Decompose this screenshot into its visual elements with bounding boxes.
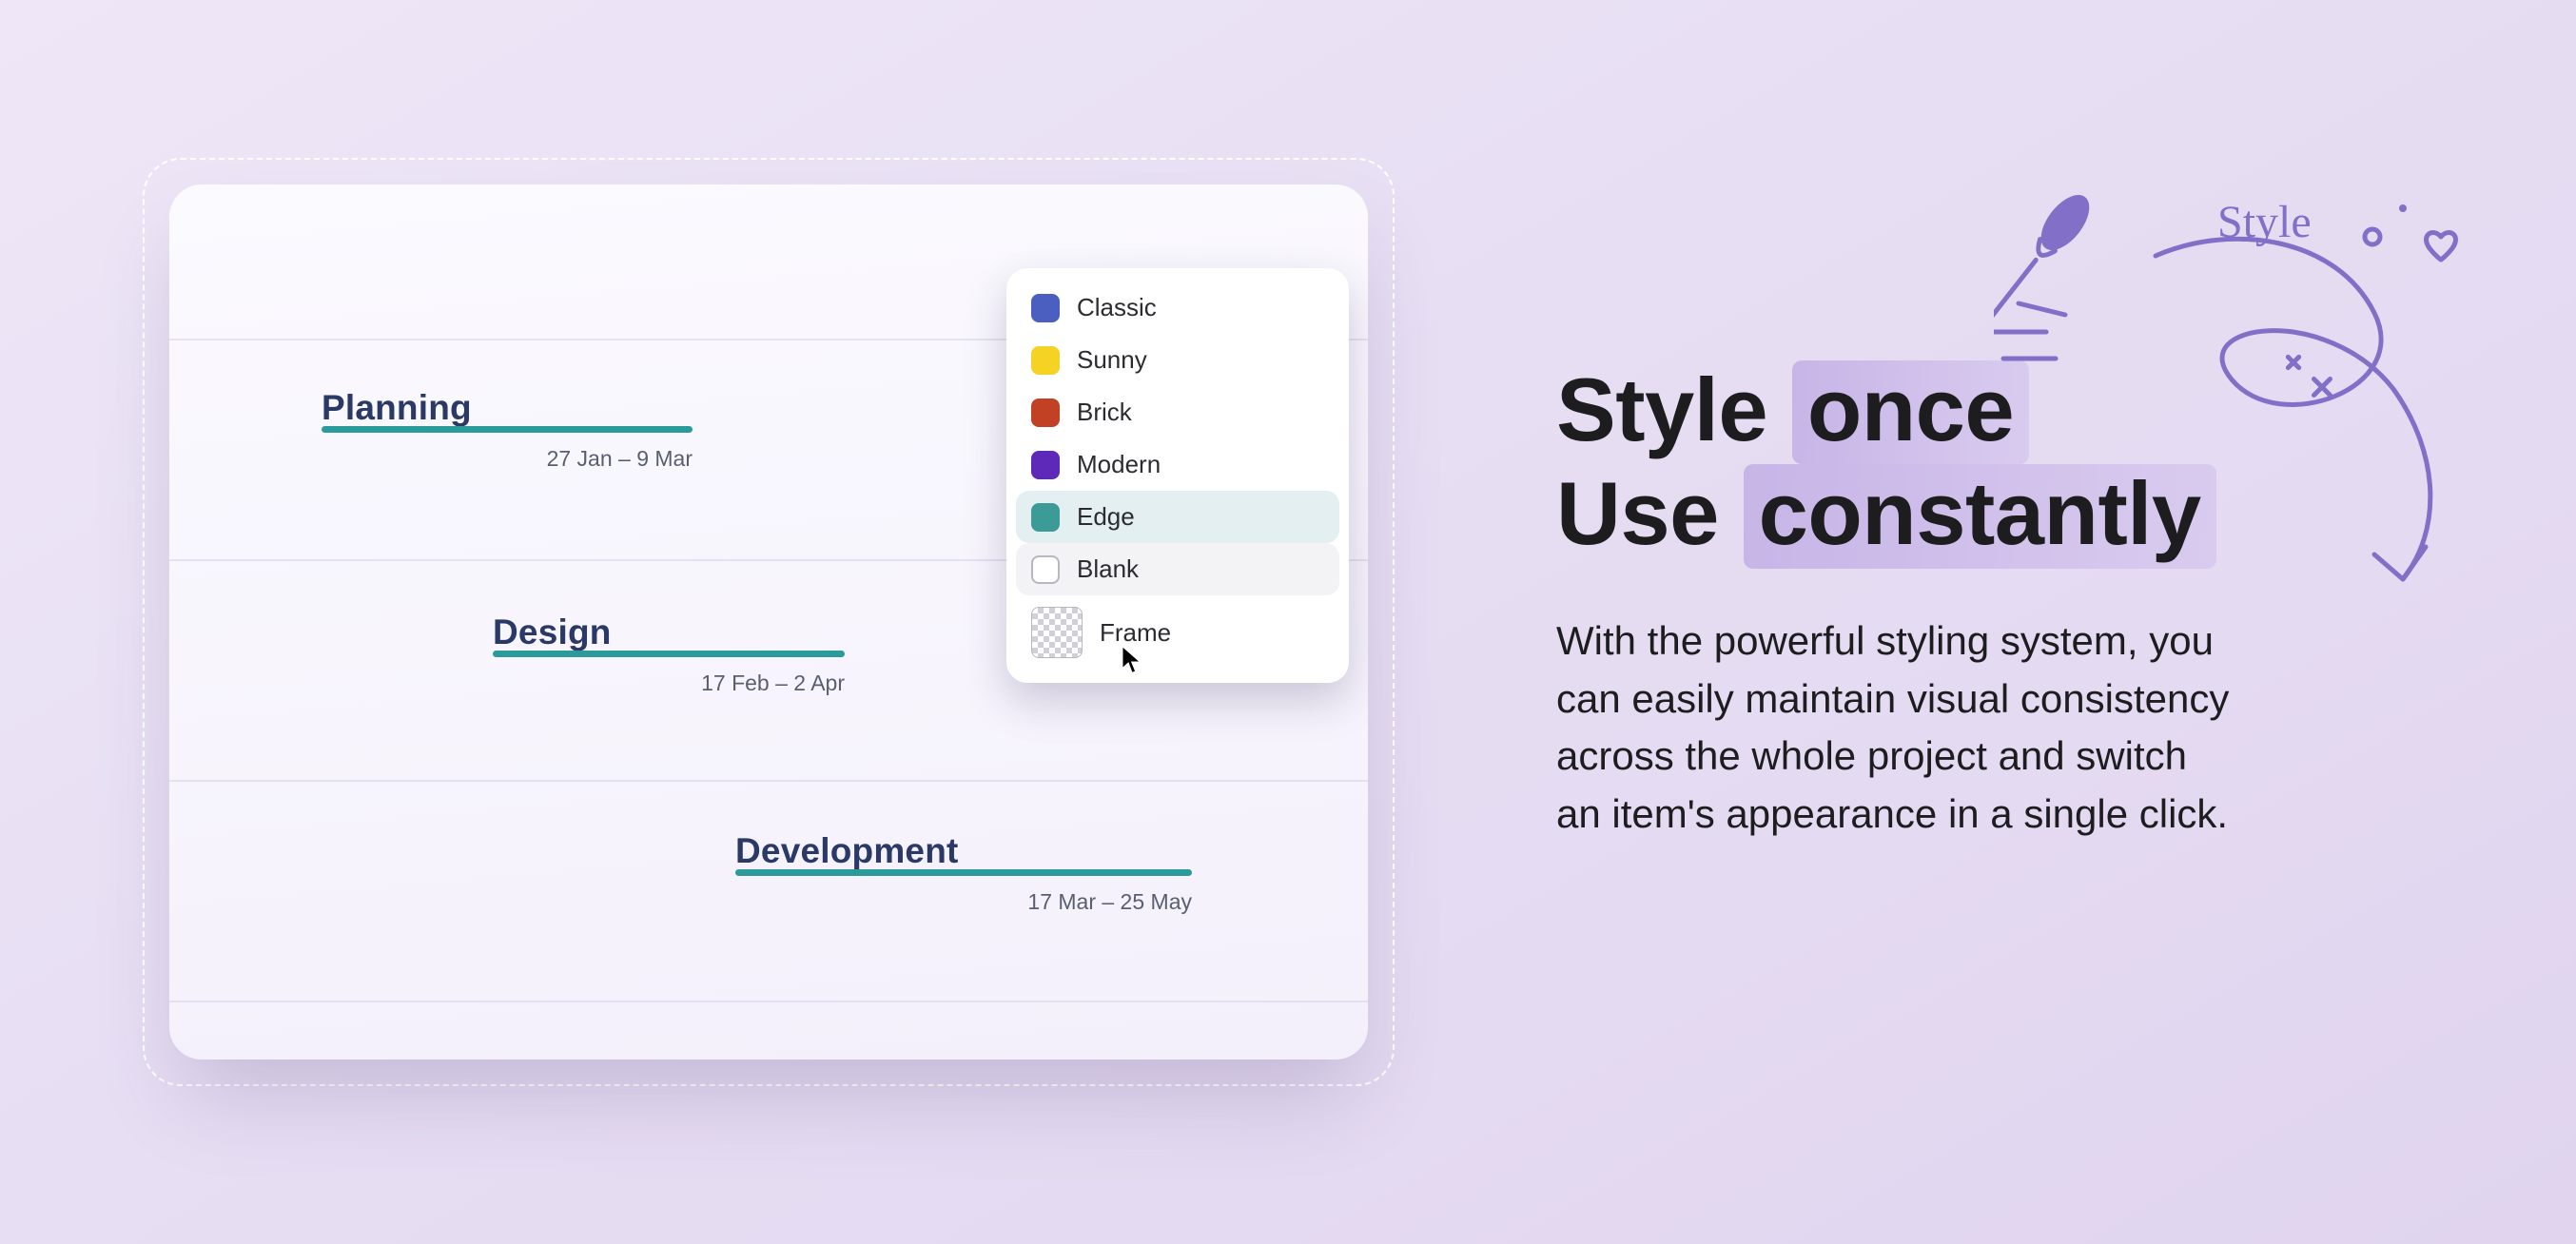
swatch-icon xyxy=(1031,294,1060,322)
task-bar[interactable] xyxy=(735,869,1192,876)
style-option-classic[interactable]: Classic xyxy=(1016,282,1339,334)
style-option-brick[interactable]: Brick xyxy=(1016,386,1339,438)
swatch-icon xyxy=(1031,451,1060,479)
task-development[interactable]: Development 17 Mar – 25 May xyxy=(735,831,1192,915)
timeline-card-frame: Planning 27 Jan – 9 Mar Design 17 Feb – … xyxy=(143,158,1395,1086)
swatch-icon xyxy=(1031,555,1060,584)
swatch-icon xyxy=(1031,607,1083,658)
task-title: Development xyxy=(735,831,1192,871)
style-dropdown[interactable]: Classic Sunny Brick Modern Edge Blank xyxy=(1006,268,1349,683)
task-dates: 17 Feb – 2 Apr xyxy=(701,671,845,696)
task-dates: 27 Jan – 9 Mar xyxy=(547,446,693,472)
style-option-blank[interactable]: Blank xyxy=(1016,543,1339,595)
style-option-label: Frame xyxy=(1100,618,1171,648)
row-divider xyxy=(169,1001,1368,1002)
style-option-label: Sunny xyxy=(1077,345,1147,375)
task-bar[interactable] xyxy=(322,426,693,433)
description: With the powerful styling system, you ca… xyxy=(1556,612,2241,845)
style-option-label: Classic xyxy=(1077,293,1157,322)
task-planning[interactable]: Planning 27 Jan – 9 Mar xyxy=(322,388,693,472)
swatch-icon xyxy=(1031,398,1060,427)
headline-highlight: constantly xyxy=(1744,464,2216,568)
swatch-icon xyxy=(1031,346,1060,375)
style-option-label: Blank xyxy=(1077,554,1139,584)
headline-highlight: once xyxy=(1792,360,2029,464)
headline-word: Use xyxy=(1556,463,1719,563)
style-option-label: Edge xyxy=(1077,502,1135,532)
headline: Style once Use constantly xyxy=(1556,360,2241,569)
style-option-label: Modern xyxy=(1077,450,1161,479)
task-bar[interactable] xyxy=(493,651,845,657)
marketing-copy: Style Style once Use constantly With the… xyxy=(1556,360,2241,884)
style-option-modern[interactable]: Modern xyxy=(1016,438,1339,491)
row-divider xyxy=(169,780,1368,782)
task-dates: 17 Mar – 25 May xyxy=(1027,889,1192,915)
style-option-edge[interactable]: Edge xyxy=(1016,491,1339,543)
style-option-frame[interactable]: Frame xyxy=(1016,595,1339,670)
timeline-card: Planning 27 Jan – 9 Mar Design 17 Feb – … xyxy=(169,185,1368,1059)
swatch-icon xyxy=(1031,503,1060,532)
task-design[interactable]: Design 17 Feb – 2 Apr xyxy=(493,612,845,696)
task-title: Planning xyxy=(322,388,693,428)
style-option-label: Brick xyxy=(1077,398,1132,427)
doodle-label: Style xyxy=(2217,197,2312,247)
style-option-sunny[interactable]: Sunny xyxy=(1016,334,1339,386)
headline-word: Style xyxy=(1556,360,1767,459)
task-title: Design xyxy=(493,612,845,652)
